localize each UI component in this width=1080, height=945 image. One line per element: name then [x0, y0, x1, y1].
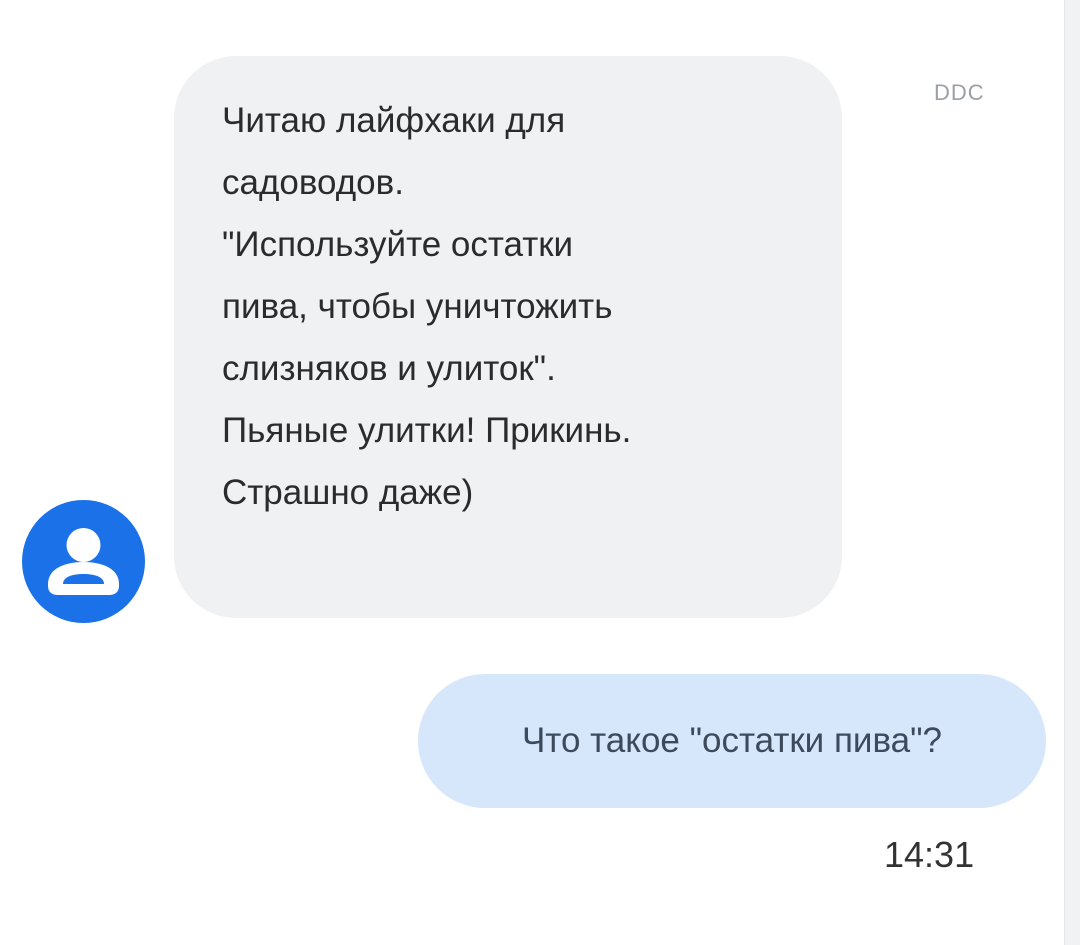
incoming-message-line: Пьяные улитки! Прикинь.	[222, 411, 632, 450]
incoming-message-line: "Используйте остатки	[222, 225, 574, 264]
incoming-message-line: слизняков и улиток".	[222, 349, 556, 388]
incoming-message-line: садоводов.	[222, 163, 404, 202]
sender-tag: DDC	[934, 80, 985, 105]
outgoing-message-bubble[interactable]: Что такое "остатки пива"?	[418, 674, 1046, 808]
scrollbar-track[interactable]	[1064, 0, 1080, 945]
user-profile-icon	[48, 528, 119, 595]
incoming-message-line: Читаю лайфхаки для	[222, 101, 566, 140]
message-timestamp: 14:31	[884, 834, 975, 875]
chat-view: Читаю лайфхаки для садоводов. "Используй…	[0, 0, 1080, 945]
avatar[interactable]	[22, 500, 145, 623]
incoming-message-bubble[interactable]: Читаю лайфхаки для садоводов. "Используй…	[174, 56, 842, 618]
incoming-message-line: пива, чтобы уничтожить	[222, 287, 613, 326]
outgoing-message-text: Что такое "остатки пива"?	[521, 721, 943, 760]
incoming-message-line: Страшно даже)	[222, 473, 474, 512]
